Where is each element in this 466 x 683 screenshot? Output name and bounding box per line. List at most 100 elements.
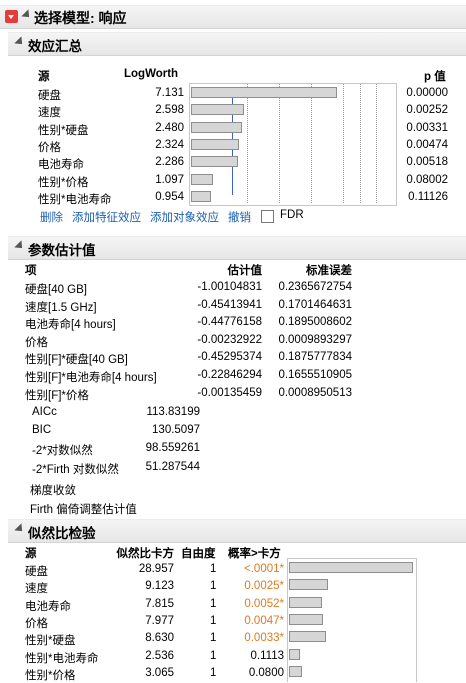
fit-stat-label: -2*Firth 对数似然 [32, 463, 119, 476]
col-source: 源 [38, 71, 50, 83]
effect-logworth: 2.286 [155, 156, 184, 169]
logworth-bar [191, 173, 214, 185]
chart-gridline [247, 84, 248, 203]
lr-df-value: 1 [210, 563, 217, 575]
effect-source[interactable]: 电池寿命 [38, 156, 84, 172]
chisq-bar [289, 596, 323, 608]
lr-df-value: 1 [210, 580, 217, 593]
red-triangle-menu-icon[interactable] [5, 10, 18, 23]
lr-chisq-value: 7.977 [145, 614, 174, 627]
estimate-value: -1.00104831 [197, 281, 262, 293]
lr-chisq-value: 2.536 [145, 649, 174, 662]
lr-prob-value: 0.1113 [250, 649, 284, 662]
effect-p-value: 0.00518 [406, 156, 448, 169]
estimate-term: 速度[1.5 GHz] [25, 301, 97, 314]
lr-prob-value: 0.0025* [244, 580, 284, 593]
estimate-term: 性别[F]*电池寿命[4 hours] [25, 372, 157, 384]
lr-source: 速度 [25, 583, 48, 596]
effect-logworth: 2.324 [155, 138, 184, 151]
logworth-chart [189, 83, 397, 206]
lr-df-value: 1 [210, 649, 217, 662]
estimate-value: -0.00232922 [197, 333, 262, 346]
fit-stat-label: BIC [32, 424, 52, 437]
chisq-bar [289, 665, 303, 677]
effect-source[interactable]: 速度 [38, 104, 61, 120]
effect-p-value: 0.11126 [408, 190, 448, 203]
chisq-bar [289, 648, 300, 660]
lr-chisq-value: 28.957 [138, 563, 174, 575]
report-title: 选择模型: 响应 [34, 10, 127, 26]
chisq-bar [289, 562, 413, 573]
estimate-term: 性别[F]*价格 [25, 389, 89, 402]
lr-prob-value: <.0001* [244, 563, 284, 575]
logworth-bar [191, 156, 238, 168]
estimate-term: 电池寿命[4 hours] [25, 319, 116, 332]
fit-stat-value: 98.559261 [145, 442, 200, 455]
estimate-value: -0.44776158 [197, 316, 262, 329]
fdr-checkbox[interactable] [261, 210, 274, 223]
effect-p-value: 0.00000 [406, 87, 448, 99]
effect-source[interactable]: 价格 [38, 139, 61, 155]
lr-df-value: 1 [210, 597, 217, 610]
lr-prob-value: 0.0800 [248, 666, 284, 679]
add-object-effect-link[interactable]: 添加对象效应 [150, 209, 219, 225]
lr-source: 电池寿命 [25, 600, 71, 613]
add-feature-effect-link[interactable]: 添加特征效应 [72, 209, 141, 225]
effect-summary-title: 效应汇总 [28, 39, 82, 54]
fit-stat-value: 51.287544 [145, 460, 200, 473]
lr-df-value: 1 [210, 614, 217, 627]
col-lr-prob: 概率>卡方 [228, 548, 281, 560]
chisq-bar [289, 631, 326, 643]
estimate-term: 价格 [25, 336, 48, 349]
lr-source: 性别*电池寿命 [25, 652, 99, 665]
lr-chisq-value: 3.065 [145, 666, 174, 679]
chart-gridline [311, 84, 312, 203]
effect-logworth: 2.598 [155, 104, 184, 117]
fdr-label: FDR [280, 209, 304, 221]
estimate-value: -0.45413941 [197, 298, 262, 311]
fit-stat-label: -2*对数似然 [32, 445, 93, 458]
col-logworth: LogWorth [124, 68, 179, 80]
logworth-bar [191, 138, 239, 150]
fit-stat-value: 113.83199 [146, 406, 200, 418]
col-p-value: p 值 [424, 71, 446, 83]
effect-p-value: 0.00252 [406, 104, 448, 117]
col-lr-df: 自由度 [181, 548, 216, 560]
undo-link[interactable]: 撤销 [228, 209, 251, 225]
std-error-value: 0.1895008602 [278, 316, 352, 329]
lr-df-value: 1 [210, 666, 217, 679]
effect-logworth: 2.480 [155, 121, 184, 134]
estimate-term: 性别[F]*硬盘[40 GB] [25, 354, 128, 367]
chisq-bar [289, 579, 329, 591]
col-lr-chisq: 似然比卡方 [116, 548, 175, 560]
lr-test-title: 似然比检验 [28, 526, 96, 541]
effect-p-value: 0.08002 [406, 173, 448, 186]
chart-gridline [343, 84, 344, 203]
logworth-bar [191, 104, 245, 116]
remove-link[interactable]: 删除 [40, 209, 63, 225]
chart-gridline [376, 84, 377, 203]
effect-source[interactable]: 硬盘 [38, 87, 61, 103]
firth-note: Firth 偏倚调整估计值 [30, 504, 137, 516]
col-lr-source: 源 [25, 548, 37, 560]
effect-p-value: 0.00331 [406, 121, 448, 134]
logworth-bar [191, 121, 242, 133]
effect-source[interactable]: 性别*硬盘 [38, 122, 88, 138]
convergence-note: 梯度收敛 [30, 485, 76, 497]
lr-prob-value: 0.0052* [244, 597, 284, 610]
effect-logworth: 7.131 [155, 87, 184, 99]
effect-source[interactable]: 性别*价格 [38, 174, 88, 190]
std-error-value: 0.1655510905 [278, 369, 352, 381]
estimate-value: -0.00135459 [197, 386, 262, 399]
col-std-error: 标准误差 [306, 265, 352, 277]
effect-source[interactable]: 性别*电池寿命 [38, 191, 111, 207]
lr-source: 价格 [25, 617, 48, 630]
param-estimates-title: 参数估计值 [28, 243, 96, 258]
lr-source: 硬盘 [25, 566, 48, 578]
lr-source: 性别*硬盘 [25, 635, 76, 648]
effect-p-value: 0.00474 [406, 138, 448, 151]
lr-chisq-value: 7.815 [145, 597, 174, 610]
chisq-bar [289, 613, 324, 625]
chart-gridline [360, 84, 361, 203]
std-error-value: 0.1875777834 [278, 351, 352, 364]
